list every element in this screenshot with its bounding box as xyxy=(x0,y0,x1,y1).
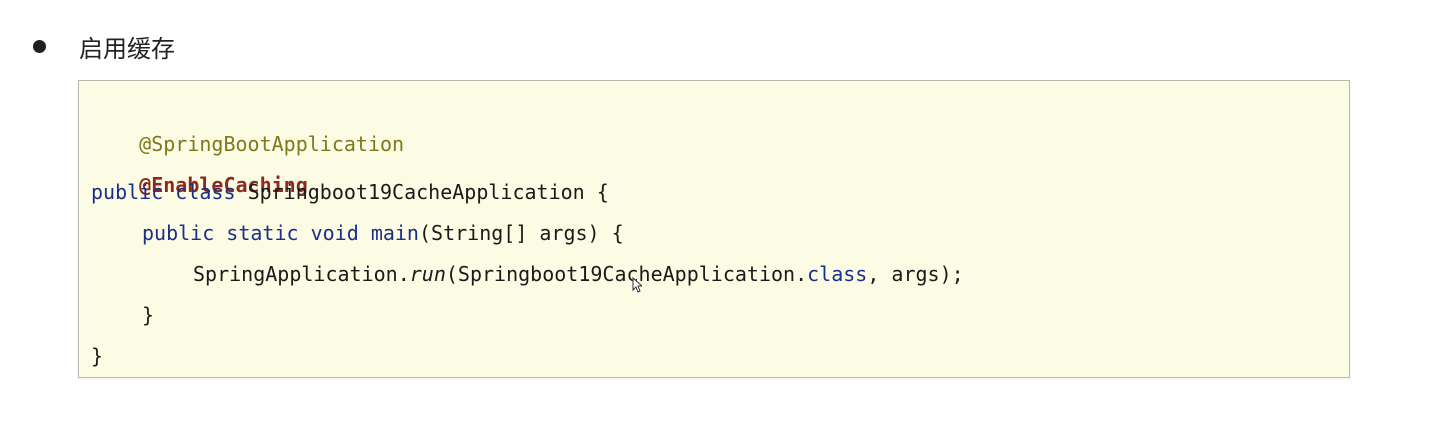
mouse-pointer-icon xyxy=(632,277,642,293)
code-line-6: } xyxy=(91,298,154,332)
method-call-run: run xyxy=(409,262,446,286)
keyword-void: void xyxy=(310,221,359,245)
code-line-7: } xyxy=(91,339,103,373)
open-brace: { xyxy=(596,180,609,204)
keyword-public: public xyxy=(91,180,164,204)
receiver: SpringApplication. xyxy=(193,262,410,286)
close-brace: } xyxy=(91,344,104,368)
call-args-end: , args); xyxy=(867,262,964,286)
code-line-2: @EnableCaching xyxy=(91,134,308,197)
bullet-dot-icon xyxy=(33,39,46,53)
keyword-class: class xyxy=(175,180,236,204)
method-name: main xyxy=(370,221,419,245)
code-line-4: public static void main(String[] args) { xyxy=(91,216,624,250)
class-name: Springboot19CacheApplication xyxy=(247,180,585,204)
keyword-static: static xyxy=(226,221,299,245)
bullet-text: 启用缓存 xyxy=(79,34,175,63)
close-brace: } xyxy=(142,303,155,327)
code-line-3: public class Springboot19CacheApplicatio… xyxy=(91,175,609,209)
method-signature: (String[] args) { xyxy=(418,221,624,245)
bullet-item: 启用缓存 xyxy=(33,26,175,66)
call-args-start: (Springboot19CacheApplication. xyxy=(445,262,808,286)
keyword-public: public xyxy=(142,221,215,245)
keyword-class: class xyxy=(807,262,868,286)
code-line-1: @SpringBootApplication xyxy=(91,93,404,156)
code-block: @SpringBootApplication @EnableCaching pu… xyxy=(78,80,1350,378)
code-line-5: SpringApplication.run(Springboot19CacheA… xyxy=(91,257,964,291)
